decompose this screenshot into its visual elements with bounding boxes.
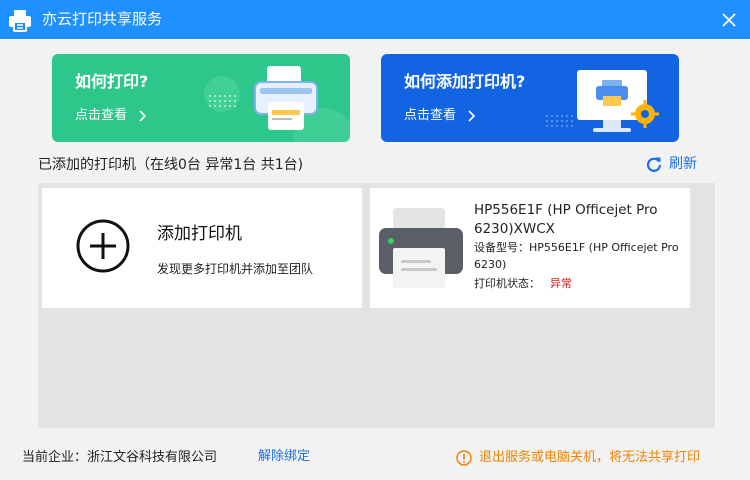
chevron-right-icon [139,110,147,122]
window-title: 亦云打印共享服务 [42,10,163,28]
unbind-link[interactable]: 解除绑定 [258,448,310,466]
refresh-button[interactable]: 刷新 [646,155,697,173]
printer-name: HP556E1F (HP Officejet Pro 6230)XWCX [474,202,658,237]
close-icon[interactable] [718,9,740,31]
current-company: 当前企业：浙江文谷科技有限公司 [22,450,218,465]
shutdown-warning: 退出服务或电脑关机，将无法共享打印 [456,449,700,467]
printer-status: 打印机状态： 异常 [474,276,572,292]
refresh-label: 刷新 [669,156,697,172]
banner-title: 如何添加打印机? [404,72,526,91]
title-bar: 亦云打印共享服务 [0,0,750,39]
warning-text: 退出服务或电脑关机，将无法共享打印 [479,450,701,465]
add-printer-description: 发现更多打印机并添加至团队 [157,262,314,276]
printer-card[interactable]: HP556E1F (HP Officejet Pro 6230)XWCX 设备型… [370,188,690,308]
printer-icon [379,208,463,288]
printer-model: 设备型号：HP556E1F (HP Officejet Pro 6230) [474,239,679,273]
monitor-printer-illustration-icon [546,70,659,132]
how-to-add-printer-banner[interactable]: 如何添加打印机? 点击查看 [381,54,679,142]
add-printer-card[interactable]: 添加打印机 发现更多打印机并添加至团队 [42,188,362,308]
how-to-print-banner[interactable]: 如何打印? 点击查看 [52,54,350,142]
refresh-icon [646,157,662,172]
add-printer-title: 添加打印机 [157,224,242,244]
view-link-label: 点击查看 [404,108,457,123]
printer-model-label: 设备型号： [474,241,529,254]
banner-title: 如何打印? [75,72,149,91]
view-link[interactable]: 点击查看 [404,108,476,124]
printer-logo-icon [9,10,31,32]
view-link-label: 点击查看 [75,108,128,123]
plus-circle-icon [76,219,130,273]
printer-illustration-icon [204,66,350,142]
printers-section-title: 已添加的打印机（在线0台 异常1台 共1台) [38,157,304,173]
chevron-right-icon [468,110,476,122]
view-link[interactable]: 点击查看 [75,108,147,124]
warning-icon [456,450,472,466]
printer-status-value: 异常 [550,277,572,290]
printer-status-label: 打印机状态： [474,277,540,290]
